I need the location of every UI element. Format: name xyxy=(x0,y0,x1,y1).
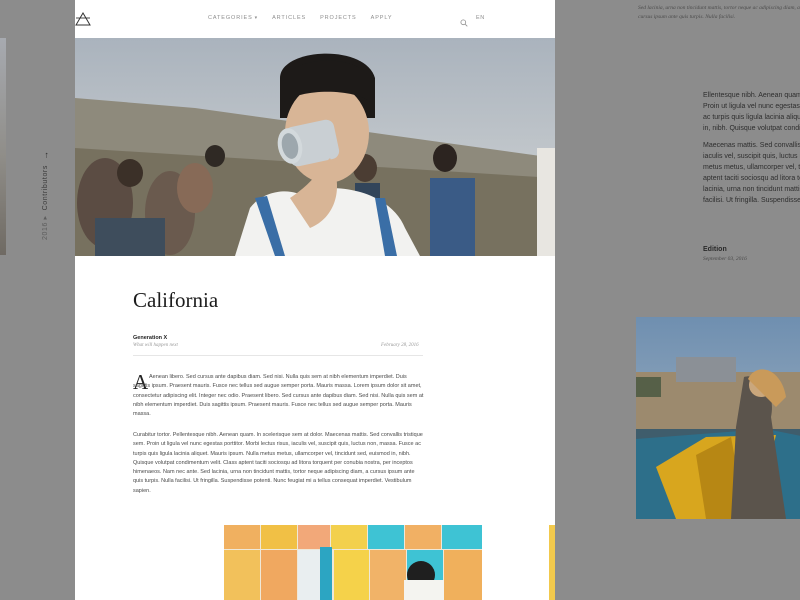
nav-item-categories[interactable]: CATEGORIES ▾ xyxy=(208,15,258,21)
text-line: Maecenas mattis. Sed convallis tris xyxy=(703,142,800,149)
text-line: Proin ut ligula vel nunc egestas po xyxy=(703,103,800,110)
contributors-link[interactable]: 2016 ▸ Contributors → xyxy=(40,150,50,240)
text-line: metus metus, ullamcorper vel, tinc xyxy=(703,164,800,171)
next-page-paragraph-1: Ellentesque nibh. Aenean quam. In Proin … xyxy=(703,90,800,134)
text-line: lacinia, urna non tincidunt mattis, xyxy=(703,186,800,193)
text-line: aptent taciti sociosqu ad litora tor xyxy=(703,175,800,182)
next-photo-edge xyxy=(549,525,555,600)
article-card: CATEGORIES▾ ARTICLES PROJECTS APPLY EN xyxy=(75,0,555,600)
main-nav: CATEGORIES ▾ ARTICLES PROJECTS APPLY xyxy=(208,15,392,21)
nav-item-articles[interactable]: ARTICLES xyxy=(272,15,306,21)
triangle-logo-icon[interactable] xyxy=(75,11,91,27)
language-switch[interactable]: EN xyxy=(476,15,485,21)
lockers-photo xyxy=(224,525,482,600)
text-line: facilisi. Ut fringilla. Suspendisse p xyxy=(703,197,800,204)
nav-item-projects[interactable]: PROJECTS xyxy=(320,15,357,21)
search-icon[interactable] xyxy=(460,14,468,27)
next-page-paragraph-2: Maecenas mattis. Sed convallis tris iacu… xyxy=(703,140,800,206)
surfer-photo[interactable] xyxy=(636,317,800,519)
text-line: Ellentesque nibh. Aenean quam. In xyxy=(703,92,800,99)
article-date: February 28, 2016 xyxy=(381,343,419,348)
next-page-intro: Sed lacinia, urna non tincidunt mattis, … xyxy=(638,5,800,20)
text-line: in, nibh. Quisque volutpat condim xyxy=(703,125,800,132)
article-paragraph-2: Curabitur tortor. Pellentesque nibh. Aen… xyxy=(133,432,423,494)
edition-label: Edition xyxy=(703,246,727,253)
previous-page-overlay[interactable] xyxy=(0,0,75,600)
divider xyxy=(133,355,423,356)
article-category[interactable]: Generation X xyxy=(133,335,167,341)
text-line: iaculis vel, suscipit quis, luctus no xyxy=(703,153,800,160)
edition-date: September 03, 2016 xyxy=(703,256,747,262)
nav-item-apply[interactable]: APPLY xyxy=(371,15,393,21)
article-subtitle: What will happen next xyxy=(133,343,178,348)
chevron-down-icon: ▾ xyxy=(254,15,259,21)
text-line: ac turpis quis ligula lacinia aliquet xyxy=(703,114,800,121)
article-title: California xyxy=(133,288,219,312)
arrow-right-icon: → xyxy=(40,150,50,161)
nav-label: CATEGORIES xyxy=(208,15,253,21)
next-page-overlay[interactable]: Sed lacinia, urna non tincidunt mattis, … xyxy=(555,0,800,600)
crumb-label: Contributors xyxy=(41,165,49,211)
article-paragraph-1: Aenean libero. Sed cursus ante dapibus d… xyxy=(133,374,424,418)
top-navigation: CATEGORIES ▾ ARTICLES PROJECTS APPLY EN xyxy=(75,0,555,38)
crumb-year: 2016 ▸ xyxy=(42,215,49,240)
hero-photo xyxy=(75,38,555,256)
previous-page-photo xyxy=(0,38,6,255)
